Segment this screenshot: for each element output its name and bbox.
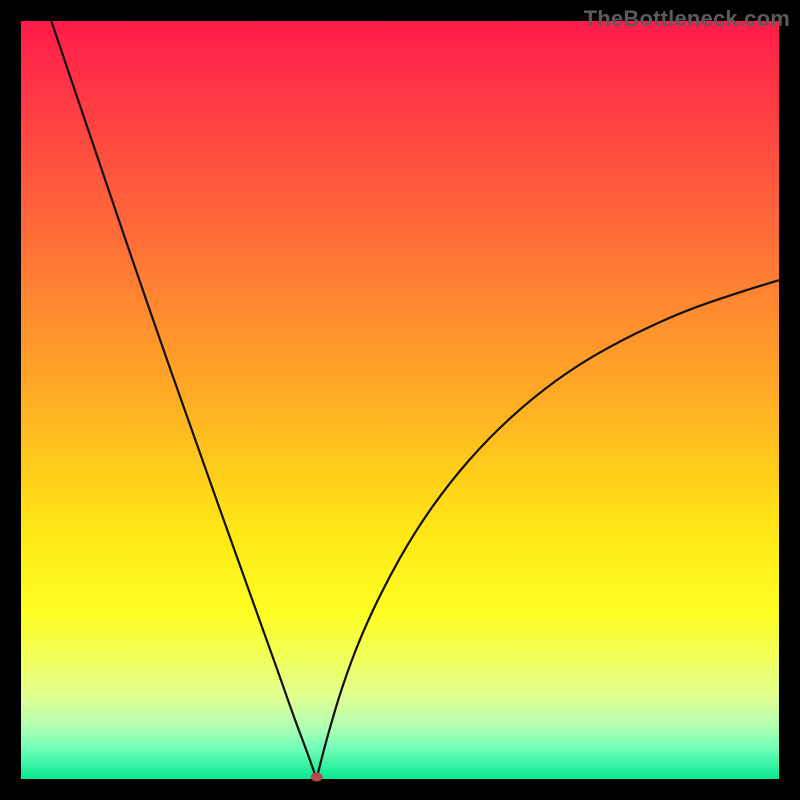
- bottleneck-curve: [21, 21, 779, 779]
- curve-left-branch: [51, 21, 316, 779]
- chart-frame: TheBottleneck.com: [0, 0, 800, 800]
- curve-right-branch: [317, 280, 779, 779]
- watermark-label: TheBottleneck.com: [584, 6, 790, 32]
- vertex-marker: [311, 773, 323, 782]
